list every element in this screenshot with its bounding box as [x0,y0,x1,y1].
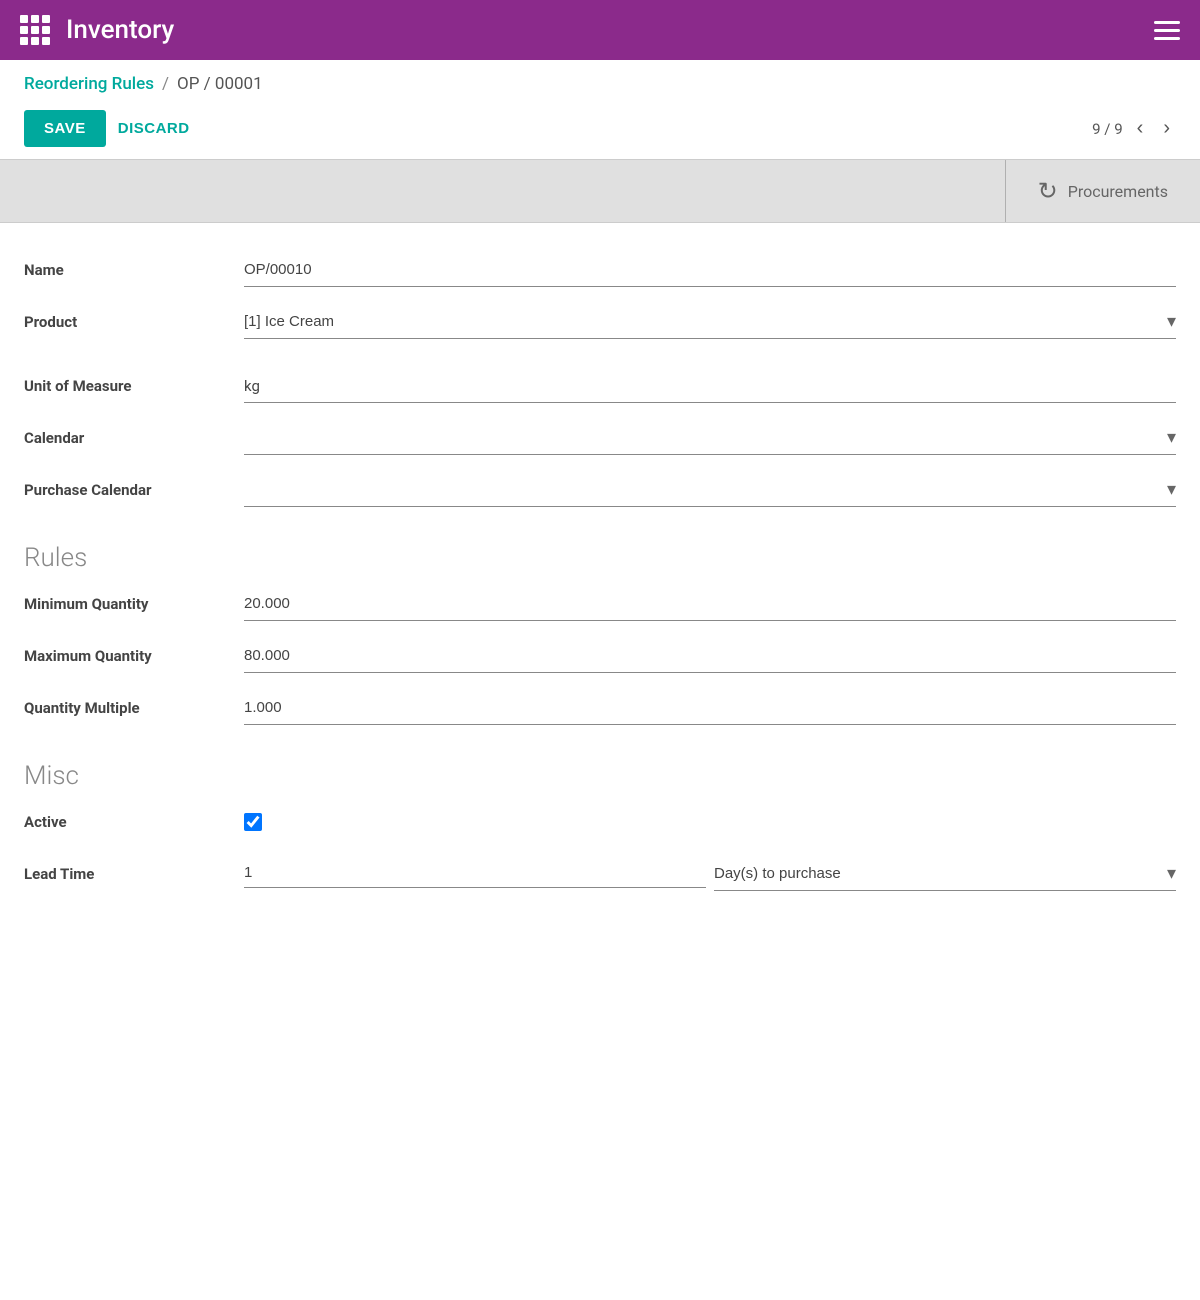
calendar-select-wrapper[interactable]: ▾ [244,419,1176,455]
qty-multiple-field[interactable] [244,689,1176,725]
form-container: Name Product [1] Ice Cream ▾ Unit of Mea… [0,223,1200,927]
refresh-icon: ↻ [1038,177,1058,205]
discard-button[interactable]: DISCARD [118,120,190,137]
name-input[interactable] [244,261,1176,278]
name-field[interactable] [244,251,1176,287]
prev-page-button[interactable]: ‹ [1131,115,1150,142]
product-dropdown-icon: ▾ [1167,311,1176,332]
lead-time-unit-select[interactable]: Day(s) to purchase [714,865,1163,882]
min-qty-label: Minimum Quantity [24,585,244,613]
toolbar: SAVE DISCARD 9 / 9 ‹ › [0,102,1200,159]
hamburger-menu[interactable] [1154,21,1180,40]
app-title: Inventory [66,15,174,45]
stat-bar: ↻ Procurements [0,159,1200,223]
breadcrumb-link[interactable]: Reordering Rules [24,74,154,94]
active-checkbox-wrapper[interactable] [244,803,262,831]
max-qty-field[interactable] [244,637,1176,673]
lead-time-input[interactable] [244,864,706,881]
lead-time-row: Lead Time Day(s) to purchase ▾ [24,855,1176,903]
purchase-calendar-dropdown-icon: ▾ [1167,479,1176,500]
product-select[interactable]: [1] Ice Cream [244,313,1163,330]
purchase-calendar-select[interactable] [244,481,1163,498]
max-qty-row: Maximum Quantity [24,637,1176,685]
min-qty-row: Minimum Quantity [24,585,1176,633]
lead-time-label: Lead Time [24,855,244,883]
calendar-select[interactable] [244,429,1163,446]
lead-time-unit-wrapper[interactable]: Day(s) to purchase ▾ [714,855,1176,891]
unit-label: Unit of Measure [24,367,244,395]
min-qty-input[interactable] [244,595,1176,612]
breadcrumb-separator: / [162,74,169,94]
rules-section-title: Rules [24,543,1176,573]
qty-multiple-row: Quantity Multiple [24,689,1176,737]
max-qty-input[interactable] [244,647,1176,664]
app-header: Inventory [0,0,1200,60]
purchase-calendar-row: Purchase Calendar ▾ [24,471,1176,519]
min-qty-field[interactable] [244,585,1176,621]
purchase-calendar-label: Purchase Calendar [24,471,244,499]
calendar-label: Calendar [24,419,244,447]
procurements-stat[interactable]: ↻ Procurements [1005,160,1200,222]
save-button[interactable]: SAVE [24,110,106,147]
purchase-calendar-select-wrapper[interactable]: ▾ [244,471,1176,507]
grid-icon[interactable] [20,15,50,45]
unit-row: Unit of Measure kg [24,367,1176,415]
misc-section-title: Misc [24,761,1176,791]
active-label: Active [24,803,244,831]
active-checkbox[interactable] [244,813,262,831]
breadcrumb: Reordering Rules / OP / 00001 [0,60,1200,102]
lead-time-unit-dropdown-icon: ▾ [1167,863,1176,884]
active-row: Active [24,803,1176,851]
header-left: Inventory [20,15,174,45]
qty-multiple-input[interactable] [244,699,1176,716]
max-qty-label: Maximum Quantity [24,637,244,665]
pagination: 9 / 9 ‹ › [1092,115,1176,142]
calendar-row: Calendar ▾ [24,419,1176,467]
product-row: Product [1] Ice Cream ▾ [24,303,1176,351]
unit-value: kg [244,367,1176,403]
procurements-label: Procurements [1068,182,1168,201]
toolbar-actions: SAVE DISCARD [24,110,190,147]
product-label: Product [24,303,244,331]
product-select-wrapper[interactable]: [1] Ice Cream ▾ [244,303,1176,339]
name-label: Name [24,251,244,279]
calendar-dropdown-icon: ▾ [1167,427,1176,448]
name-row: Name [24,251,1176,299]
breadcrumb-current: OP / 00001 [177,74,263,94]
qty-multiple-label: Quantity Multiple [24,689,244,717]
next-page-button[interactable]: › [1157,115,1176,142]
pagination-text: 9 / 9 [1092,120,1123,138]
lead-time-input-wrapper[interactable] [244,855,706,888]
